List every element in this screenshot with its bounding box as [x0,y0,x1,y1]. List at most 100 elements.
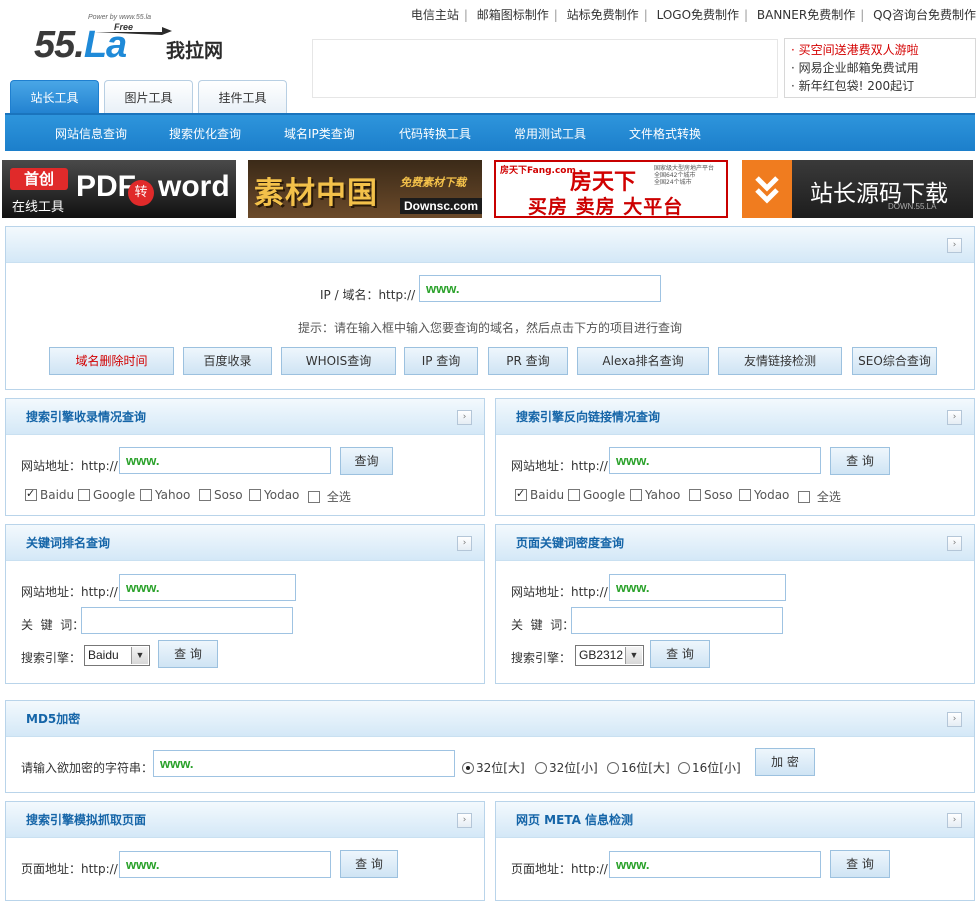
density-query-button[interactable]: 查 询 [650,640,710,668]
nav-common-tests[interactable]: 常用测试工具 [514,115,586,153]
nav-domain-ip[interactable]: 域名IP类查询 [284,115,355,153]
engine-checkbox-baidu[interactable]: Baidu [515,487,564,502]
checkbox-icon [630,489,642,501]
text-ad-line[interactable]: · 买空间送港费双人游啦 [791,41,969,59]
domain-delete-time-button[interactable]: 域名删除时间 [49,347,174,375]
top-link-logo-maker[interactable]: LOGO免费制作 [657,8,739,22]
top-link-qq-console-maker[interactable]: QQ咨询台免费制作 [873,8,976,22]
backlink-query-button[interactable]: 查 询 [830,447,890,475]
chevron-down-icon: ▼ [131,647,148,664]
radio-icon [607,762,619,774]
panel-title: 搜索引擎模拟抓取页面 [26,813,147,827]
site-url-label: 网站地址：http:// [21,459,118,473]
pr-query-button[interactable]: PR 查询 [488,347,568,375]
collapse-icon[interactable]: › [947,536,962,551]
domain-input[interactable]: www. [419,275,661,302]
text-ad-line[interactable]: · 网易企业邮箱免费试用 [791,59,969,77]
friend-link-check-button[interactable]: 友情链接检测 [718,347,842,375]
tab-widget-tools[interactable]: 挂件工具 [198,80,287,114]
text-ad-line[interactable]: · 新年红包袋! 200起订 [791,77,969,95]
chevron-down-icon: ▼ [625,647,642,664]
md5-option-16-lower[interactable]: 16位[小] [678,759,741,776]
engine-checkbox-select-all[interactable]: 全选 [308,488,351,505]
nav-code-convert[interactable]: 代码转换工具 [399,115,471,153]
rank-query-button[interactable]: 查 询 [158,640,218,668]
top-link-favicon-maker[interactable]: 站标免费制作 [567,8,639,22]
engine-checkbox-yahoo[interactable]: Yahoo [630,488,680,502]
engine-checkbox-soso[interactable]: Soso [199,488,243,502]
spider-query-button[interactable]: 查 询 [340,850,398,878]
engine-checkbox-select-all[interactable]: 全选 [798,488,841,505]
collapse-icon[interactable]: › [947,712,962,727]
alexa-rank-button[interactable]: Alexa排名查询 [577,347,709,375]
collapse-icon[interactable]: › [947,410,962,425]
engine-checkbox-google[interactable]: Google [568,488,625,502]
site-url-input[interactable]: www. [119,447,331,474]
panel-header: 搜索引擎反向链接情况查询 › [496,399,974,435]
baidu-index-button[interactable]: 百度收录 [183,347,272,375]
engine-checkbox-yahoo[interactable]: Yahoo [140,488,190,502]
index-query-button[interactable]: 查询 [340,447,393,475]
collapse-icon[interactable]: › [457,410,472,425]
banner-sucai-china[interactable]: 素材中国 免费素材下载 Downsc.com [248,160,482,218]
engine-checkbox-baidu[interactable]: Baidu [25,487,74,502]
panel-header: 搜索引擎模拟抓取页面 › [6,802,484,838]
banner-fang-notes: 国家级大型房地产平台 全国642个城市 全国24个城市 [654,165,715,186]
collapse-icon[interactable]: › [947,813,962,828]
md5-option-32-lower[interactable]: 32位[小] [535,759,598,776]
site-logo[interactable]: Power by www.55.la Free 55.La 我拉网 [34,14,244,74]
meta-query-button[interactable]: 查 询 [830,850,890,878]
page-url-input[interactable]: www. [609,851,821,878]
site-url-input[interactable]: www. [119,574,296,601]
panel-header: › [6,227,974,263]
banner-download-url: DOWN.55.LA [888,202,937,211]
page-url-input[interactable]: www. [119,851,331,878]
banner-source-download[interactable]: 站长源码下载 DOWN.55.LA [742,160,973,218]
md5-input[interactable]: www. [153,750,455,777]
panel-title: MD5加密 [26,712,81,726]
radio-icon [678,762,690,774]
banner-word-text: word [158,170,230,203]
keyword-input[interactable] [571,607,783,634]
collapse-icon[interactable]: › [457,536,472,551]
top-link-separator: | [860,8,865,22]
collapse-icon[interactable]: › [947,238,962,253]
checkbox-icon [739,489,751,501]
keyword-input[interactable] [81,607,293,634]
top-link-telecom[interactable]: 电信主站 [411,8,459,22]
md5-option-16-upper[interactable]: 16位[大] [607,759,670,776]
engine-checkbox-yodao[interactable]: Yodao [249,488,299,502]
top-link-banner-maker[interactable]: BANNER免费制作 [757,8,855,22]
whois-button[interactable]: WHOIS查询 [281,347,396,375]
site-url-label: 网站地址：http:// [511,459,608,473]
banner-fangtianxia[interactable]: 房天下Fang.com 房天下 国家级大型房地产平台 全国642个城市 全国24… [494,160,728,218]
tab-webmaster-tools[interactable]: 站长工具 [10,80,99,116]
engine-checkbox-soso[interactable]: Soso [689,488,733,502]
engine-checkbox-google[interactable]: Google [78,488,135,502]
site-url-input[interactable]: www. [609,447,821,474]
top-link-mail-icon-maker[interactable]: 邮箱图标制作 [477,8,549,22]
md5-encrypt-button[interactable]: 加 密 [755,748,815,776]
encoding-select[interactable]: GB2312 ▼ [575,645,644,666]
nav-seo-query[interactable]: 搜索优化查询 [169,115,241,153]
engine-select[interactable]: Baidu ▼ [84,645,150,666]
ip-query-button[interactable]: IP 查询 [404,347,478,375]
banner-pdf-to-word[interactable]: 首创 在线工具 PDF 转 word [2,160,236,218]
panel-title: 搜索引擎收录情况查询 [26,410,147,424]
engine-checkbox-yodao[interactable]: Yodao [739,488,789,502]
collapse-icon[interactable]: › [457,813,472,828]
top-link-separator: | [463,8,468,22]
panel-title: 关键词排名查询 [26,536,111,550]
panel-header: 搜索引擎收录情况查询 › [6,399,484,435]
site-url-input[interactable]: www. [609,574,786,601]
site-url-label: 网站地址：http:// [511,585,608,599]
domain-field-label: IP / 域名：http:// [320,288,416,302]
encoding-label: 搜索引擎： [511,651,572,665]
tab-image-tools[interactable]: 图片工具 [104,80,193,114]
top-link-separator: | [744,8,749,22]
nav-site-info[interactable]: 网站信息查询 [55,115,127,153]
nav-file-format[interactable]: 文件格式转换 [629,115,701,153]
md5-option-32-upper[interactable]: 32位[大] [462,759,525,776]
top-links: 电信主站 | 邮箱图标制作 | 站标免费制作 | LOGO免费制作 | BANNER免费… [411,6,976,23]
seo-overview-button[interactable]: SEO综合查询 [852,347,937,375]
